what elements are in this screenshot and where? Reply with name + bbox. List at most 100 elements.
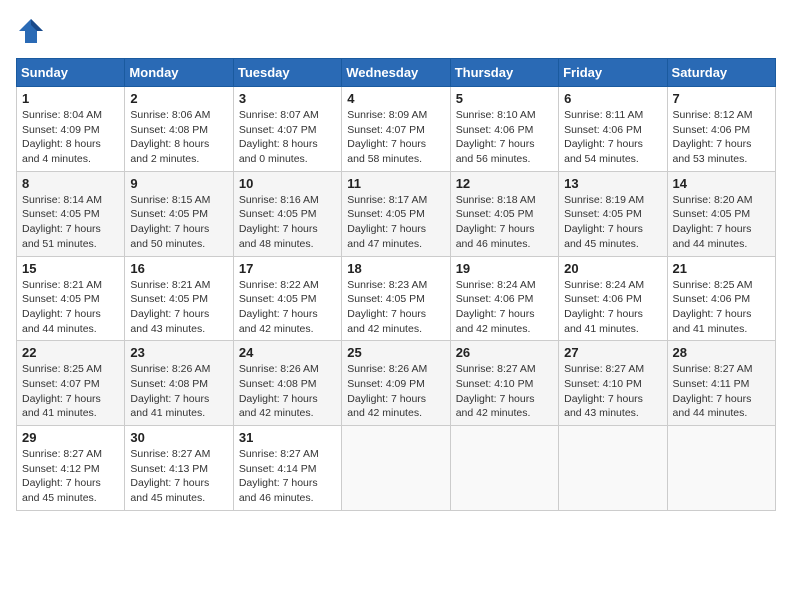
day-number: 10 (239, 176, 336, 191)
calendar-cell: 31 Sunrise: 8:27 AMSunset: 4:14 PMDayligh… (233, 426, 341, 511)
calendar-cell: 21 Sunrise: 8:25 AMSunset: 4:06 PMDayligh… (667, 256, 775, 341)
calendar-header-saturday: Saturday (667, 59, 775, 87)
calendar-cell: 9 Sunrise: 8:15 AMSunset: 4:05 PMDaylight… (125, 171, 233, 256)
calendar-cell: 15 Sunrise: 8:21 AMSunset: 4:05 PMDayligh… (17, 256, 125, 341)
day-number: 14 (673, 176, 770, 191)
day-number: 3 (239, 91, 336, 106)
day-number: 9 (130, 176, 227, 191)
day-number: 27 (564, 345, 661, 360)
calendar-header-thursday: Thursday (450, 59, 558, 87)
calendar-header-row: SundayMondayTuesdayWednesdayThursdayFrid… (17, 59, 776, 87)
day-number: 7 (673, 91, 770, 106)
calendar-cell: 30 Sunrise: 8:27 AMSunset: 4:13 PMDayligh… (125, 426, 233, 511)
cell-info: Sunrise: 8:22 AMSunset: 4:05 PMDaylight:… (239, 278, 336, 337)
cell-info: Sunrise: 8:19 AMSunset: 4:05 PMDaylight:… (564, 193, 661, 252)
day-number: 11 (347, 176, 444, 191)
calendar-cell: 22 Sunrise: 8:25 AMSunset: 4:07 PMDayligh… (17, 341, 125, 426)
day-number: 1 (22, 91, 119, 106)
calendar-cell (667, 426, 775, 511)
cell-info: Sunrise: 8:27 AMSunset: 4:13 PMDaylight:… (130, 447, 227, 506)
day-number: 15 (22, 261, 119, 276)
day-number: 26 (456, 345, 553, 360)
day-number: 30 (130, 430, 227, 445)
calendar-header-monday: Monday (125, 59, 233, 87)
day-number: 22 (22, 345, 119, 360)
day-number: 5 (456, 91, 553, 106)
calendar-cell: 27 Sunrise: 8:27 AMSunset: 4:10 PMDayligh… (559, 341, 667, 426)
calendar-cell (450, 426, 558, 511)
cell-info: Sunrise: 8:27 AMSunset: 4:14 PMDaylight:… (239, 447, 336, 506)
calendar-week-2: 8 Sunrise: 8:14 AMSunset: 4:05 PMDaylight… (17, 171, 776, 256)
cell-info: Sunrise: 8:14 AMSunset: 4:05 PMDaylight:… (22, 193, 119, 252)
calendar-cell: 10 Sunrise: 8:16 AMSunset: 4:05 PMDayligh… (233, 171, 341, 256)
calendar-header-sunday: Sunday (17, 59, 125, 87)
cell-info: Sunrise: 8:27 AMSunset: 4:10 PMDaylight:… (564, 362, 661, 421)
day-number: 2 (130, 91, 227, 106)
calendar-cell: 1 Sunrise: 8:04 AMSunset: 4:09 PMDaylight… (17, 87, 125, 172)
calendar-cell (559, 426, 667, 511)
calendar-cell: 28 Sunrise: 8:27 AMSunset: 4:11 PMDayligh… (667, 341, 775, 426)
calendar-cell: 2 Sunrise: 8:06 AMSunset: 4:08 PMDaylight… (125, 87, 233, 172)
cell-info: Sunrise: 8:25 AMSunset: 4:07 PMDaylight:… (22, 362, 119, 421)
calendar-cell: 19 Sunrise: 8:24 AMSunset: 4:06 PMDayligh… (450, 256, 558, 341)
calendar-cell: 12 Sunrise: 8:18 AMSunset: 4:05 PMDayligh… (450, 171, 558, 256)
day-number: 19 (456, 261, 553, 276)
calendar-cell: 16Sunrise: 8:21 AMSunset: 4:05 PMDayligh… (125, 256, 233, 341)
cell-info: Sunrise: 8:06 AMSunset: 4:08 PMDaylight:… (130, 108, 227, 167)
day-number: 21 (673, 261, 770, 276)
calendar-header-friday: Friday (559, 59, 667, 87)
calendar-cell: 11 Sunrise: 8:17 AMSunset: 4:05 PMDayligh… (342, 171, 450, 256)
day-number: 6 (564, 91, 661, 106)
day-number: 13 (564, 176, 661, 191)
cell-info: Sunrise: 8:18 AMSunset: 4:05 PMDaylight:… (456, 193, 553, 252)
day-number: 4 (347, 91, 444, 106)
day-number: 17 (239, 261, 336, 276)
calendar-cell: 24Sunrise: 8:26 AMSunset: 4:08 PMDayligh… (233, 341, 341, 426)
calendar-cell: 25 Sunrise: 8:26 AMSunset: 4:09 PMDayligh… (342, 341, 450, 426)
cell-info: Sunrise: 8:21 AMSunset: 4:05 PMDaylight:… (22, 278, 119, 337)
cell-info: Sunrise: 8:16 AMSunset: 4:05 PMDaylight:… (239, 193, 336, 252)
calendar-cell: 29 Sunrise: 8:27 AMSunset: 4:12 PMDayligh… (17, 426, 125, 511)
page-header (16, 16, 776, 46)
cell-info: Sunrise: 8:17 AMSunset: 4:05 PMDaylight:… (347, 193, 444, 252)
cell-info: Sunrise: 8:15 AMSunset: 4:05 PMDaylight:… (130, 193, 227, 252)
day-number: 29 (22, 430, 119, 445)
calendar-cell: 3Sunrise: 8:07 AMSunset: 4:07 PMDaylight… (233, 87, 341, 172)
day-number: 24 (239, 345, 336, 360)
calendar-cell: 4 Sunrise: 8:09 AMSunset: 4:07 PMDaylight… (342, 87, 450, 172)
calendar-cell (342, 426, 450, 511)
calendar-cell: 5Sunrise: 8:10 AMSunset: 4:06 PMDaylight… (450, 87, 558, 172)
cell-info: Sunrise: 8:24 AMSunset: 4:06 PMDaylight:… (564, 278, 661, 337)
day-number: 16 (130, 261, 227, 276)
cell-info: Sunrise: 8:26 AMSunset: 4:09 PMDaylight:… (347, 362, 444, 421)
cell-info: Sunrise: 8:27 AMSunset: 4:12 PMDaylight:… (22, 447, 119, 506)
day-number: 25 (347, 345, 444, 360)
day-number: 20 (564, 261, 661, 276)
calendar-cell: 26 Sunrise: 8:27 AMSunset: 4:10 PMDayligh… (450, 341, 558, 426)
calendar-header-tuesday: Tuesday (233, 59, 341, 87)
calendar-cell: 6 Sunrise: 8:11 AMSunset: 4:06 PMDaylight… (559, 87, 667, 172)
cell-info: Sunrise: 8:27 AMSunset: 4:10 PMDaylight:… (456, 362, 553, 421)
cell-info: Sunrise: 8:24 AMSunset: 4:06 PMDaylight:… (456, 278, 553, 337)
day-number: 12 (456, 176, 553, 191)
calendar-cell: 13 Sunrise: 8:19 AMSunset: 4:05 PMDayligh… (559, 171, 667, 256)
calendar-cell: 8 Sunrise: 8:14 AMSunset: 4:05 PMDaylight… (17, 171, 125, 256)
day-number: 8 (22, 176, 119, 191)
day-number: 18 (347, 261, 444, 276)
calendar-cell: 7Sunrise: 8:12 AMSunset: 4:06 PMDaylight… (667, 87, 775, 172)
calendar-cell: 23Sunrise: 8:26 AMSunset: 4:08 PMDayligh… (125, 341, 233, 426)
cell-info: Sunrise: 8:04 AMSunset: 4:09 PMDaylight:… (22, 108, 119, 167)
cell-info: Sunrise: 8:20 AMSunset: 4:05 PMDaylight:… (673, 193, 770, 252)
calendar-cell: 17 Sunrise: 8:22 AMSunset: 4:05 PMDayligh… (233, 256, 341, 341)
cell-info: Sunrise: 8:09 AMSunset: 4:07 PMDaylight:… (347, 108, 444, 167)
logo (16, 16, 50, 46)
cell-info: Sunrise: 8:11 AMSunset: 4:06 PMDaylight:… (564, 108, 661, 167)
cell-info: Sunrise: 8:27 AMSunset: 4:11 PMDaylight:… (673, 362, 770, 421)
calendar-cell: 14 Sunrise: 8:20 AMSunset: 4:05 PMDayligh… (667, 171, 775, 256)
day-number: 31 (239, 430, 336, 445)
day-number: 28 (673, 345, 770, 360)
day-number: 23 (130, 345, 227, 360)
calendar-cell: 20 Sunrise: 8:24 AMSunset: 4:06 PMDayligh… (559, 256, 667, 341)
cell-info: Sunrise: 8:25 AMSunset: 4:06 PMDaylight:… (673, 278, 770, 337)
cell-info: Sunrise: 8:23 AMSunset: 4:05 PMDaylight:… (347, 278, 444, 337)
